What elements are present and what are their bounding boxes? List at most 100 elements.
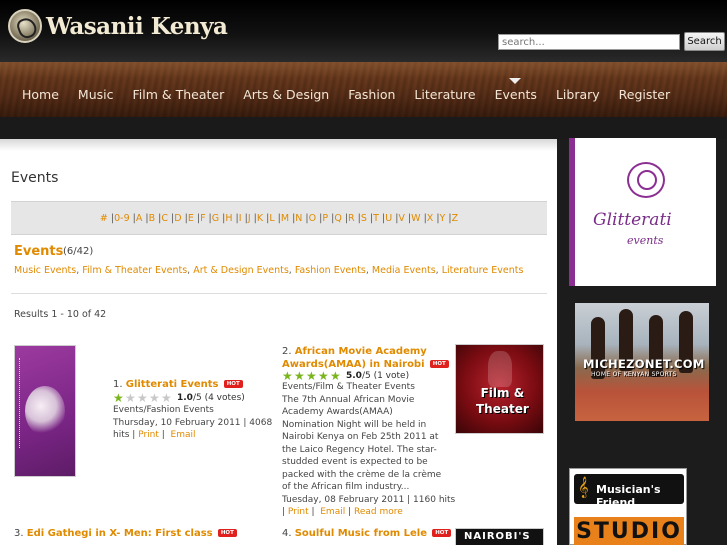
hot-badge: HOT <box>432 529 452 537</box>
page-title: Events <box>11 170 59 186</box>
read-more-link[interactable]: Read more <box>354 507 403 517</box>
alphabet-link[interactable]: D <box>174 213 181 224</box>
alphabet-link[interactable]: W <box>411 213 420 224</box>
section-heading[interactable]: Events <box>14 244 63 259</box>
content-shadow <box>0 139 557 151</box>
nav-item-events[interactable]: Events <box>485 78 546 106</box>
site-logo[interactable]: Wasanii Kenya <box>8 9 228 43</box>
nav-item-literature[interactable]: Literature <box>404 84 484 106</box>
event-date: Tuesday, 08 February 2011 | 1160 hits <box>282 494 456 505</box>
event-title-2: 2. African Movie Academy Awards(AMAA) in… <box>282 345 449 371</box>
thumbnail-label: Film & Theater <box>476 386 529 416</box>
alphabet-link[interactable]: 0-9 <box>114 213 130 224</box>
nav-item-music[interactable]: Music <box>68 84 123 106</box>
search-input[interactable] <box>498 34 680 50</box>
event-thumbnail-film-theater[interactable]: Film & Theater <box>455 344 544 434</box>
search-button[interactable]: Search <box>684 32 725 51</box>
event-link-edi-gathegi[interactable]: Edi Gathegi in X- Men: First class <box>27 528 213 539</box>
alphabet-link[interactable]: # <box>100 213 108 224</box>
event-title-4: 4. Soulful Music from Lele HOT <box>282 528 452 539</box>
event-link-glitterati[interactable]: Glitterati Events <box>126 379 219 390</box>
nav-item-film-theater[interactable]: Film & Theater <box>123 84 234 106</box>
nav-bottom-bar <box>0 117 727 139</box>
alphabet-link[interactable]: Q <box>334 213 341 224</box>
ad-title: Musician's Friend <box>596 483 661 509</box>
email-link[interactable]: Email <box>320 507 345 517</box>
email-link[interactable]: Email <box>171 430 196 440</box>
hot-badge: HOT <box>429 360 449 368</box>
ad-glitterati-events[interactable]: Glitterati events <box>569 138 716 286</box>
event-number: 1. <box>113 379 123 390</box>
results-count: Results 1 - 10 of 42 <box>14 309 107 320</box>
alphabet-link[interactable]: O <box>309 213 316 224</box>
star-icon[interactable]: ★ <box>125 392 137 404</box>
event-category: Events/Film & Theater Events <box>282 382 415 392</box>
star-icon[interactable]: ★ <box>149 392 161 404</box>
alphabet-link[interactable]: H <box>225 213 232 224</box>
event-category: Events/Fashion Events <box>113 405 214 415</box>
rating-text: 1.0/5 (4 votes) <box>177 393 245 403</box>
rating-stars-1[interactable]: ★ ★ ★ ★ ★ 1.0/5 (4 votes) <box>113 392 245 404</box>
alphabet-index: # |0-9 |A |B |C |D |E |F |G |H |I |J |K … <box>11 201 547 235</box>
ad-michezonet[interactable]: MICHEZONET.COM HOME OF KENYAN SPORTS <box>575 303 709 421</box>
ad-subtitle: STUDIO <box>574 517 684 545</box>
event-actions: | Print | Email | Read more <box>282 507 403 517</box>
event-thumbnail-nairobi[interactable]: NAIROBI'S <box>455 528 544 545</box>
print-link[interactable]: Print <box>288 507 309 517</box>
event-date: Thursday, 10 February 2011 | 4068 <box>113 417 273 428</box>
event-number: 2. <box>282 346 292 357</box>
category-link-media[interactable]: Media Events <box>372 265 436 276</box>
thumbnail-flowers <box>25 386 65 436</box>
site-header: Wasanii Kenya <box>0 0 727 62</box>
alphabet-link[interactable]: M <box>281 213 289 224</box>
print-link[interactable]: Print <box>138 430 159 440</box>
category-link-art-design[interactable]: Art & Design Events <box>193 265 289 276</box>
event-title-1: 1. Glitterati Events HOT <box>113 379 243 390</box>
ad-subtitle: HOME OF KENYAN SPORTS <box>591 371 677 378</box>
nav-menu: Home Music Film & Theater Arts & Design … <box>12 78 679 106</box>
rating-text: 5.0/5 (1 vote) <box>346 371 410 381</box>
event-number: 3. <box>14 528 24 539</box>
category-link-literature[interactable]: Literature Events <box>442 265 524 276</box>
ad-subtitle: events <box>627 234 664 247</box>
category-link-music[interactable]: Music Events <box>14 265 76 276</box>
event-description: The 7th Annual African Movie Academy Awa… <box>282 394 442 493</box>
hot-badge: HOT <box>217 529 237 537</box>
rose-icon <box>627 162 665 198</box>
nav-texture <box>0 62 727 78</box>
thumbnail-figure <box>488 351 512 387</box>
hot-badge: HOT <box>223 380 243 388</box>
nav-item-arts-design[interactable]: Arts & Design <box>233 84 338 106</box>
event-thumbnail-glitterati[interactable] <box>14 345 76 477</box>
star-icon[interactable]: ★ <box>137 392 149 404</box>
site-name: Wasanii Kenya <box>46 12 228 40</box>
treble-clef-icon: 𝄞 <box>578 477 589 498</box>
category-link-fashion[interactable]: Fashion Events <box>295 265 366 276</box>
logo-emblem-icon <box>8 9 42 43</box>
main-content <box>0 139 557 545</box>
nav-item-library[interactable]: Library <box>546 84 609 106</box>
event-link-soulful-music[interactable]: Soulful Music from Lele <box>295 528 427 539</box>
ad-title: MICHEZONET.COM <box>583 357 705 371</box>
event-meta-1: Events/Fashion Events Thursday, 10 Febru… <box>113 404 272 442</box>
star-icon[interactable]: ★ <box>113 392 125 404</box>
event-title-3: 3. Edi Gathegi in X- Men: First class HO… <box>14 528 237 539</box>
nav-item-fashion[interactable]: Fashion <box>338 84 404 106</box>
nav-item-register[interactable]: Register <box>609 84 679 106</box>
event-actions: hits | Print | Email <box>113 430 196 440</box>
divider <box>11 293 547 294</box>
ad-musicians-friend[interactable]: 𝄞 Musician's Friend STUDIO <box>569 468 687 545</box>
star-icon[interactable]: ★ <box>161 392 173 404</box>
thumbnail-label: NAIROBI'S <box>464 531 531 542</box>
ad-title: Glitterati <box>593 210 672 230</box>
alphabet-link[interactable]: R <box>348 213 355 224</box>
event-meta-2: Events/Film & Theater Events The 7th Ann… <box>282 381 455 519</box>
category-link-film-theater[interactable]: Film & Theater Events <box>82 265 187 276</box>
alphabet-link[interactable]: Z <box>452 213 459 224</box>
nav-item-home[interactable]: Home <box>12 84 68 106</box>
ad-header: 𝄞 Musician's Friend <box>574 474 684 509</box>
category-links: Music Events, Film & Theater Events, Art… <box>14 265 524 276</box>
event-link-amaa[interactable]: African Movie Academy <box>295 346 427 357</box>
event-number: 4. <box>282 528 292 539</box>
page: Wasanii Kenya Search Home Music Film & T… <box>0 0 727 545</box>
